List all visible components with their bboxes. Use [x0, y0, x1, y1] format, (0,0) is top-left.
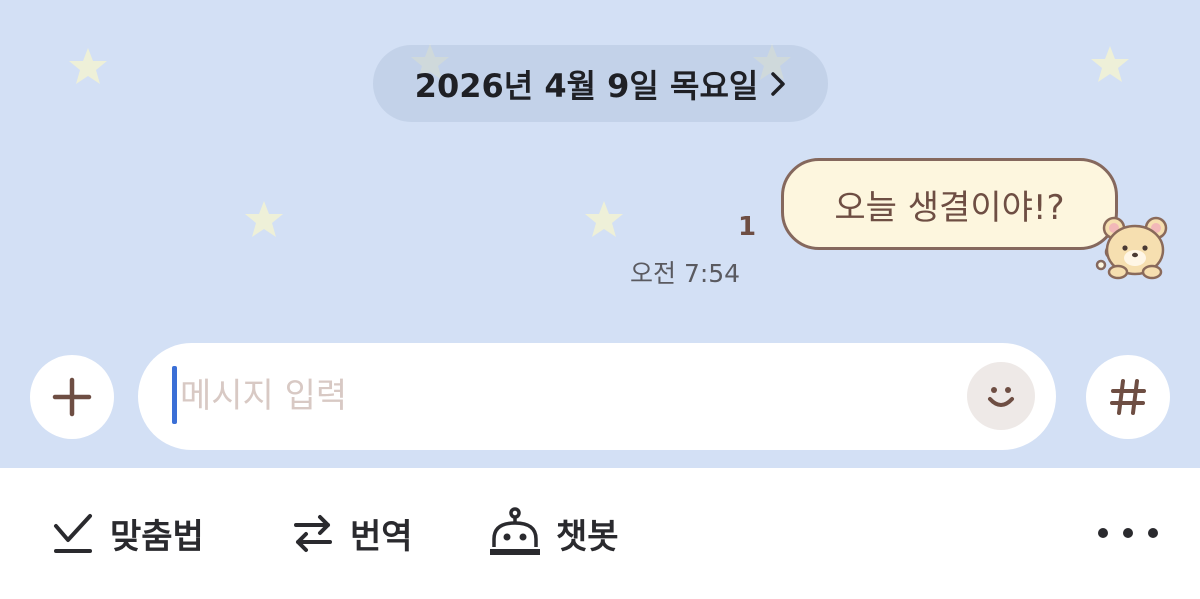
translate-label: 번역	[350, 516, 413, 557]
chatbot-button[interactable]: 챗봇	[488, 507, 619, 558]
chevron-right-icon	[771, 71, 786, 96]
bear-sticker-icon	[1102, 216, 1168, 280]
smile-icon	[988, 387, 1014, 407]
star-decoration	[584, 199, 624, 239]
hashtag-icon	[1110, 379, 1146, 415]
unread-count: 1	[738, 212, 757, 242]
spell-check-label: 맞춤법	[110, 516, 204, 557]
message-input[interactable]	[180, 365, 950, 427]
chat-area[interactable]: 2026년 4월 9일 목요일 1 오전 7:54 오늘 생결이야!?	[0, 0, 1200, 468]
star-decoration	[244, 199, 284, 239]
date-label: 2026년 4월 9일 목요일	[414, 66, 759, 105]
plus-icon	[52, 377, 92, 417]
star-decoration	[68, 46, 108, 86]
more-dot	[1098, 528, 1108, 538]
more-dot	[1148, 528, 1158, 538]
hashtag-button[interactable]	[1086, 355, 1170, 439]
message-text: 오늘 생결이야!?	[834, 187, 1065, 228]
date-header-button[interactable]: 2026년 4월 9일 목요일	[373, 45, 828, 122]
star-decoration	[1090, 44, 1130, 84]
swap-arrows-icon	[294, 515, 332, 552]
checkmark-icon	[54, 514, 92, 553]
spell-check-button[interactable]: 맞춤법	[50, 508, 204, 558]
bottom-toolbar: 맞춤법 번역 챗봇	[0, 468, 1200, 599]
translate-button[interactable]: 번역	[290, 508, 413, 558]
more-dot	[1123, 528, 1133, 538]
robot-icon	[490, 507, 540, 555]
add-attachment-button[interactable]	[30, 355, 114, 439]
text-caret	[172, 366, 177, 424]
emoji-button[interactable]	[967, 362, 1035, 430]
message-timestamp: 오전 7:54	[630, 259, 741, 288]
message-bubble[interactable]: 오늘 생결이야!?	[781, 158, 1118, 250]
more-options-button[interactable]	[1098, 520, 1158, 546]
chatbot-label: 챗봇	[556, 516, 619, 557]
